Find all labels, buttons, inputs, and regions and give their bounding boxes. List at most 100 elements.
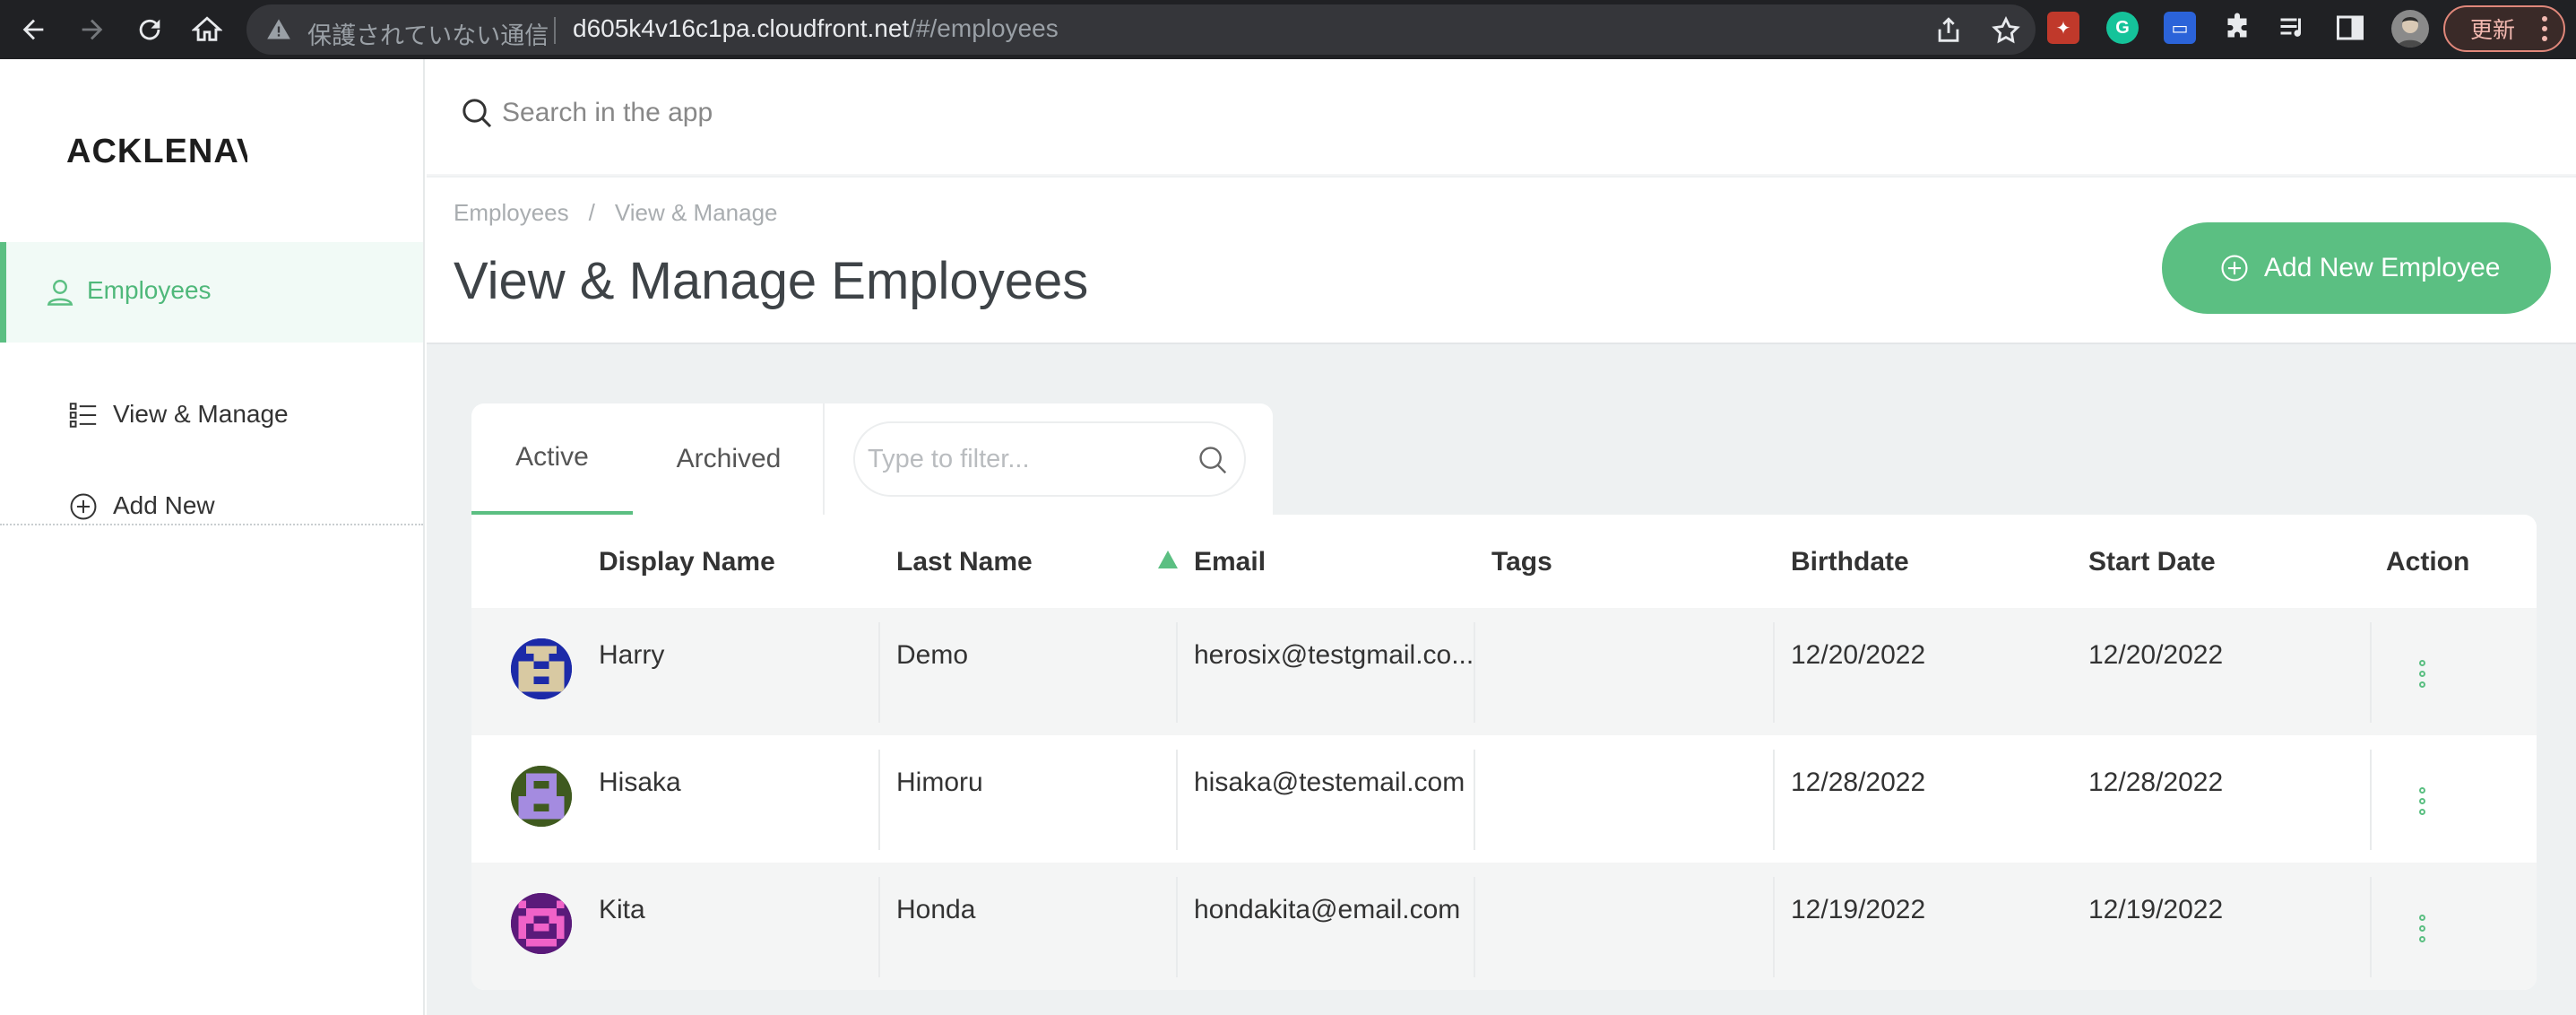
cell-divider [2370, 750, 2372, 850]
page-title: View & Manage Employees [454, 252, 1089, 310]
breadcrumb: Employees / View & Manage [454, 199, 778, 227]
cell-divider [1474, 622, 1475, 723]
avatar [511, 893, 572, 954]
cell-birthdate: 12/19/2022 [1791, 895, 1926, 924]
home-button[interactable] [185, 7, 229, 52]
avatar [511, 766, 572, 827]
url-host: d605k4v16c1pa.cloudfront.net [573, 14, 910, 42]
app-search-bar [427, 59, 2576, 176]
url-text: d605k4v16c1pa.cloudfront.net/#/employees [573, 14, 1059, 43]
cell-display-name: Kita [599, 895, 645, 924]
filter-box [853, 421, 1246, 497]
cell-display-name: Hisaka [599, 768, 681, 797]
cell-birthdate: 12/20/2022 [1791, 640, 1926, 670]
filter-input[interactable] [868, 436, 1181, 482]
column-header-birthdate[interactable]: Birthdate [1791, 547, 1909, 577]
sidebar: ACKLENAV Employees View & Manage Add New [0, 59, 425, 1015]
tab-archived[interactable]: Archived [633, 403, 825, 515]
home-icon [192, 16, 222, 41]
employees-table: Display Name Last Name Email Tags Birthd… [471, 515, 2537, 990]
cell-divider [878, 750, 880, 850]
column-header-start-date[interactable]: Start Date [2088, 547, 2216, 577]
column-header-tags[interactable]: Tags [1491, 547, 1552, 577]
cell-divider [1773, 750, 1775, 850]
sidebar-item-view-manage[interactable]: View & Manage [0, 384, 423, 447]
cell-start-date: 12/19/2022 [2088, 895, 2224, 924]
page-header: Employees / View & Manage View & Manage Em… [427, 178, 2576, 344]
bookmark-star-icon[interactable] [1991, 15, 2021, 46]
table-header: Display Name Last Name Email Tags Birthd… [471, 515, 2537, 608]
reload-button[interactable] [127, 7, 172, 52]
browser-toolbar: 保護されていない通信 d605k4v16c1pa.cloudfront.net/… [0, 0, 2576, 59]
sidebar-section-label: Employees [87, 276, 212, 304]
add-new-employee-button[interactable]: Add New Employee [2162, 222, 2551, 314]
cell-divider [1176, 877, 1178, 977]
column-header-display-name[interactable]: Display Name [599, 547, 775, 577]
cell-divider [1474, 750, 1475, 850]
sort-ascending-icon[interactable] [1158, 551, 1178, 568]
forward-button[interactable] [70, 7, 115, 52]
cell-last-name: Honda [896, 895, 976, 924]
row-actions-menu-icon[interactable] [2416, 915, 2427, 949]
grammarly-icon[interactable]: G [2106, 12, 2139, 44]
app-logo[interactable]: ACKLENAV [66, 133, 247, 171]
breadcrumb-separator: / [588, 199, 595, 226]
extension-red-icon[interactable]: ✦ [2047, 12, 2079, 44]
sidebar-divider [0, 524, 423, 525]
avatar [511, 638, 572, 699]
cell-birthdate: 12/28/2022 [1791, 768, 1926, 797]
row-actions-menu-icon[interactable] [2416, 660, 2427, 694]
row-actions-menu-icon[interactable] [2416, 787, 2427, 821]
table-row[interactable]: Harry Demo herosix@testgmail.co... 12/20… [471, 608, 2537, 735]
security-status: 保護されていない通信 [307, 22, 549, 50]
breadcrumb-item-employees[interactable]: Employees [454, 199, 569, 226]
sidebar-section-employees[interactable]: Employees [0, 242, 423, 343]
column-header-last-name[interactable]: Last Name [896, 547, 1033, 577]
cell-email: herosix@testgmail.co... [1194, 640, 1474, 670]
warning-icon [267, 19, 290, 39]
cell-divider [1176, 750, 1178, 850]
profile-photo-icon [2397, 17, 2424, 48]
more-vert-icon [2542, 16, 2547, 43]
extensions-puzzle-icon[interactable] [2221, 12, 2253, 44]
cell-divider [1176, 622, 1178, 723]
extension-blue-icon[interactable]: ▭ [2164, 12, 2196, 44]
tab-active[interactable]: Active [471, 403, 633, 515]
side-panel-icon[interactable] [2334, 12, 2366, 44]
sidebar-item-add-new[interactable]: Add New [0, 475, 423, 538]
table-row[interactable]: Hisaka Himoru hisaka@testemail.com 12/28… [471, 735, 2537, 863]
back-button[interactable] [11, 7, 56, 52]
cell-email: hisaka@testemail.com [1194, 768, 1465, 797]
breadcrumb-item-view-manage: View & Manage [614, 199, 778, 226]
column-header-email[interactable]: Email [1194, 547, 1266, 577]
cell-last-name: Demo [896, 640, 969, 670]
arrow-right-icon [82, 19, 103, 40]
tabs-divider [823, 403, 825, 515]
cell-start-date: 12/20/2022 [2088, 640, 2224, 670]
cell-divider [878, 877, 880, 977]
cell-last-name: Himoru [896, 768, 983, 797]
app-search-input[interactable] [502, 88, 1309, 138]
browser-update-button[interactable]: 更新 [2443, 5, 2565, 52]
table-row[interactable]: Kita Honda hondakita@email.com 12/19/202… [471, 863, 2537, 990]
cell-divider [1773, 877, 1775, 977]
share-icon[interactable] [1933, 15, 1964, 46]
plus-circle-icon [70, 493, 97, 520]
address-separator [554, 17, 556, 44]
column-header-action: Action [2386, 547, 2470, 577]
address-bar[interactable]: 保護されていない通信 d605k4v16c1pa.cloudfront.net/… [246, 4, 2036, 55]
media-playlist-icon[interactable] [2277, 12, 2309, 44]
reload-icon [139, 19, 160, 40]
update-label: 更新 [2470, 17, 2516, 43]
search-icon[interactable] [1196, 443, 1230, 477]
identicon-icon [511, 638, 572, 699]
main-content: Employees / View & Manage View & Manage Em… [427, 59, 2576, 1015]
profile-avatar[interactable] [2391, 10, 2429, 48]
cell-start-date: 12/28/2022 [2088, 768, 2224, 797]
sidebar-item-label: Add New [113, 491, 215, 519]
cell-divider [1773, 622, 1775, 723]
user-icon [47, 280, 73, 306]
plus-circle-icon [2221, 255, 2248, 282]
cell-divider [1474, 877, 1475, 977]
identicon-icon [511, 893, 572, 954]
